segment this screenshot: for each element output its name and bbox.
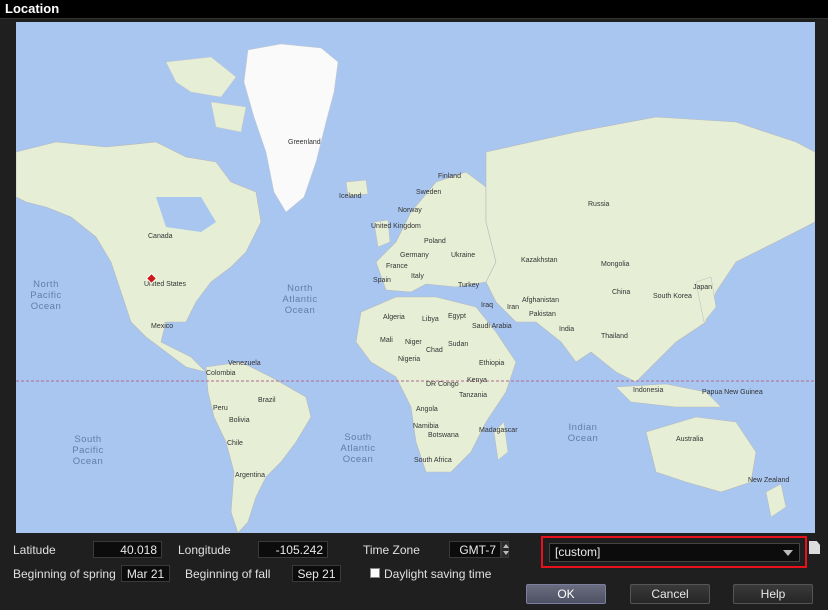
label-poland: Poland	[424, 238, 446, 245]
label-turkey: Turkey	[458, 282, 480, 289]
world-map[interactable]: Greenland Iceland Finland Sweden Norway …	[16, 22, 815, 533]
label-venezuela: Venezuela	[228, 360, 261, 367]
label-egypt: Egypt	[448, 313, 466, 320]
label-spain: Spain	[373, 277, 391, 284]
label-greenland: Greenland	[288, 139, 321, 146]
label-indian-2: Ocean	[568, 433, 599, 444]
label-tanzania: Tanzania	[459, 392, 487, 399]
location-select[interactable]: [custom]	[549, 543, 800, 562]
help-button[interactable]: Help	[733, 584, 813, 604]
label-bolivia: Bolivia	[229, 417, 250, 424]
label-south-atlantic-2: Atlantic	[340, 443, 375, 454]
label-namibia: Namibia	[413, 423, 439, 430]
label-niger: Niger	[405, 339, 422, 346]
label-france: France	[386, 263, 408, 270]
label-south-atlantic-1: South	[344, 432, 371, 443]
label-north-pacific-2: Pacific	[30, 290, 61, 301]
timezone-label: Time Zone	[363, 543, 420, 557]
fall-input[interactable]: Sep 21	[292, 565, 341, 582]
label-australia: Australia	[676, 436, 703, 443]
document-icon[interactable]	[809, 541, 820, 554]
location-select-highlight: [custom]	[541, 536, 807, 568]
longitude-label: Longitude	[178, 543, 231, 557]
label-sweden: Sweden	[416, 189, 441, 196]
label-angola: Angola	[416, 406, 438, 413]
chevron-down-icon[interactable]	[783, 550, 793, 556]
label-nigeria: Nigeria	[398, 356, 420, 363]
label-saudi-arabia: Saudi Arabia	[472, 323, 512, 330]
label-mongolia: Mongolia	[601, 261, 630, 268]
window-title: Location	[5, 1, 60, 16]
label-thailand: Thailand	[601, 333, 628, 340]
label-germany: Germany	[400, 252, 429, 259]
label-iran: Iran	[507, 304, 519, 311]
label-south-pacific-2: Pacific	[72, 445, 103, 456]
label-japan: Japan	[693, 284, 712, 291]
label-madagascar: Madagascar	[479, 427, 518, 434]
label-south-africa: South Africa	[414, 457, 452, 464]
label-afghanistan: Afghanistan	[522, 297, 559, 304]
label-norway: Norway	[398, 207, 422, 214]
label-south-korea: South Korea	[653, 293, 692, 300]
label-kazakhstan: Kazakhstan	[521, 257, 558, 264]
label-iceland: Iceland	[339, 193, 362, 200]
label-ukraine: Ukraine	[451, 252, 475, 259]
timezone-stepper[interactable]	[501, 541, 509, 558]
label-peru: Peru	[213, 405, 228, 412]
label-chad: Chad	[426, 347, 443, 354]
label-south-pacific-3: Ocean	[73, 456, 104, 467]
label-brazil: Brazil	[258, 397, 276, 404]
label-iraq: Iraq	[481, 302, 493, 309]
spring-input[interactable]: Mar 21	[121, 565, 170, 582]
label-north-atlantic-2: Atlantic	[282, 294, 317, 305]
label-north-atlantic-1: North	[287, 283, 313, 294]
label-finland: Finland	[438, 173, 461, 180]
label-mexico: Mexico	[151, 323, 173, 330]
label-libya: Libya	[422, 316, 439, 323]
label-colombia: Colombia	[206, 370, 236, 377]
latitude-label: Latitude	[13, 543, 56, 557]
label-united-kingdom: United Kingdom	[371, 223, 421, 230]
label-new-zealand: New Zealand	[748, 477, 789, 484]
label-mali: Mali	[380, 337, 393, 344]
cancel-button[interactable]: Cancel	[630, 584, 710, 604]
label-indian-1: Indian	[569, 422, 598, 433]
label-india: India	[559, 326, 574, 333]
label-china: China	[612, 289, 630, 296]
window-titlebar: Location	[0, 0, 828, 18]
spring-label: Beginning of spring	[13, 567, 116, 581]
world-map-svg[interactable]: Greenland Iceland Finland Sweden Norway …	[16, 22, 815, 533]
latitude-input[interactable]: 40.018	[93, 541, 162, 558]
ok-button[interactable]: OK	[526, 584, 606, 604]
dst-checkbox[interactable]	[370, 568, 380, 578]
label-italy: Italy	[411, 273, 424, 280]
label-north-atlantic-3: Ocean	[285, 305, 316, 316]
label-pakistan: Pakistan	[529, 311, 556, 318]
timezone-input[interactable]: GMT-7	[449, 541, 501, 558]
label-argentina: Argentina	[235, 472, 265, 479]
label-ethiopia: Ethiopia	[479, 360, 504, 367]
label-kenya: Kenya	[467, 377, 487, 384]
label-dr-congo: DR Congo	[426, 381, 459, 388]
location-select-value: [custom]	[555, 545, 601, 559]
dst-label: Daylight saving time	[384, 567, 492, 581]
label-south-pacific-1: South	[74, 434, 101, 445]
label-botswana: Botswana	[428, 432, 459, 439]
label-chile: Chile	[227, 440, 243, 447]
label-north-pacific-3: Ocean	[31, 301, 62, 312]
longitude-input[interactable]: -105.242	[258, 541, 328, 558]
label-russia: Russia	[588, 201, 610, 208]
label-sudan: Sudan	[448, 341, 468, 348]
label-south-atlantic-3: Ocean	[343, 454, 374, 465]
label-papua-new-guinea: Papua New Guinea	[702, 389, 763, 396]
label-canada: Canada	[148, 233, 173, 240]
fall-label: Beginning of fall	[185, 567, 271, 581]
label-algeria: Algeria	[383, 314, 405, 321]
label-north-pacific-1: North	[33, 279, 59, 290]
label-indonesia: Indonesia	[633, 387, 663, 394]
